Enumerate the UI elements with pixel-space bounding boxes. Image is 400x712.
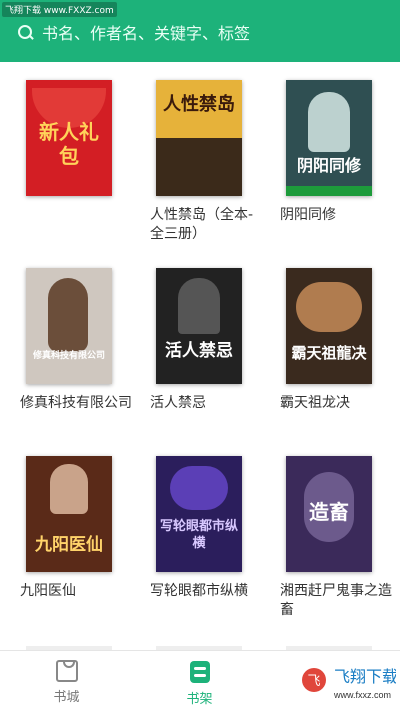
book-cover[interactable]: 活人禁忌 [156, 268, 242, 384]
book-title: 阴阳同修 [280, 207, 336, 223]
tab-bookshelf[interactable]: 书架 [133, 651, 266, 712]
book-title: 湘西赶尸鬼事之造畜 [280, 583, 392, 618]
tab-bookstore[interactable]: 书城 [0, 651, 133, 712]
book-card[interactable]: 阴阳同修 阴阳同修 [280, 80, 398, 225]
book-cover[interactable]: 人性禁岛 [156, 80, 242, 196]
book-title: 活人禁忌 [150, 395, 206, 411]
book-card[interactable]: 霸天祖龍决 霸天祖龙决 [280, 268, 398, 413]
cover-title: 写轮眼都市纵横 [160, 519, 239, 551]
book-card[interactable]: 新人礼包 [20, 80, 138, 206]
cover-title: 造畜 [309, 500, 349, 524]
book-cover[interactable]: 阴阳同修 [286, 80, 372, 196]
book-title: 九阳医仙 [20, 583, 76, 599]
cover-title: 阴阳同修 [296, 156, 361, 175]
book-cover[interactable]: 修真科技有限公司 [26, 268, 112, 384]
book-cover[interactable]: 造畜 [286, 456, 372, 572]
svg-text:飞翔下载: 飞翔下载 [334, 668, 396, 686]
book-title: 修真科技有限公司 [20, 395, 132, 411]
book-card[interactable]: 活人禁忌 活人禁忌 [150, 268, 268, 413]
book-title: 写轮眼都市纵横 [150, 583, 248, 599]
tab-label: 书架 [186, 692, 213, 707]
bookshelf-icon [189, 660, 211, 684]
book-card[interactable]: 写轮眼都市纵横 写轮眼都市纵横 [150, 456, 268, 601]
watermark-logo: 飞 飞翔下载 www.fxxz.com [298, 660, 396, 704]
cover-title: 活人禁忌 [165, 341, 233, 361]
book-card[interactable]: 修真科技有限公司 修真科技有限公司 [20, 268, 138, 413]
cover-title: 人性禁岛 [163, 94, 235, 115]
book-card[interactable]: 造畜 湘西赶尸鬼事之造畜 [280, 456, 398, 620]
search-icon [18, 25, 32, 39]
tab-label: 书城 [53, 690, 80, 705]
book-card[interactable]: 人性禁岛 人性禁岛（全本-全三册） [150, 80, 268, 244]
svg-text:www.fxxz.com: www.fxxz.com [333, 690, 391, 700]
book-cover[interactable]: 霸天祖龍决 [286, 268, 372, 384]
cover-title: 霸天祖龍决 [291, 344, 367, 362]
top-header: 飞翔下载 www.FXXZ.com 书名、作者名、关键字、标签 [0, 0, 400, 62]
bag-icon [55, 660, 78, 682]
book-card[interactable]: 九阳医仙 九阳医仙 [20, 456, 138, 601]
cover-title: 新人礼包 [39, 120, 99, 168]
bookshelf-grid: 新人礼包 人性禁岛 人性禁岛（全本-全三册） 阴阳同修 阴阳同修 修真科技有限公… [0, 62, 400, 650]
svg-text:飞: 飞 [307, 673, 320, 688]
cover-title: 修真科技有限公司 [32, 351, 105, 361]
book-cover[interactable]: 写轮眼都市纵横 [156, 456, 242, 572]
book-cover[interactable]: 九阳医仙 [26, 456, 112, 572]
watermark-top: 飞翔下载 www.FXXZ.com [2, 2, 117, 17]
cover-title: 九阳医仙 [35, 535, 103, 555]
book-cover[interactable]: 新人礼包 [26, 80, 112, 196]
search-input[interactable]: 书名、作者名、关键字、标签 [42, 20, 250, 44]
search-bar[interactable]: 书名、作者名、关键字、标签 [12, 16, 388, 48]
book-title: 人性禁岛（全本-全三册） [150, 207, 254, 242]
book-title: 霸天祖龙决 [280, 395, 350, 411]
